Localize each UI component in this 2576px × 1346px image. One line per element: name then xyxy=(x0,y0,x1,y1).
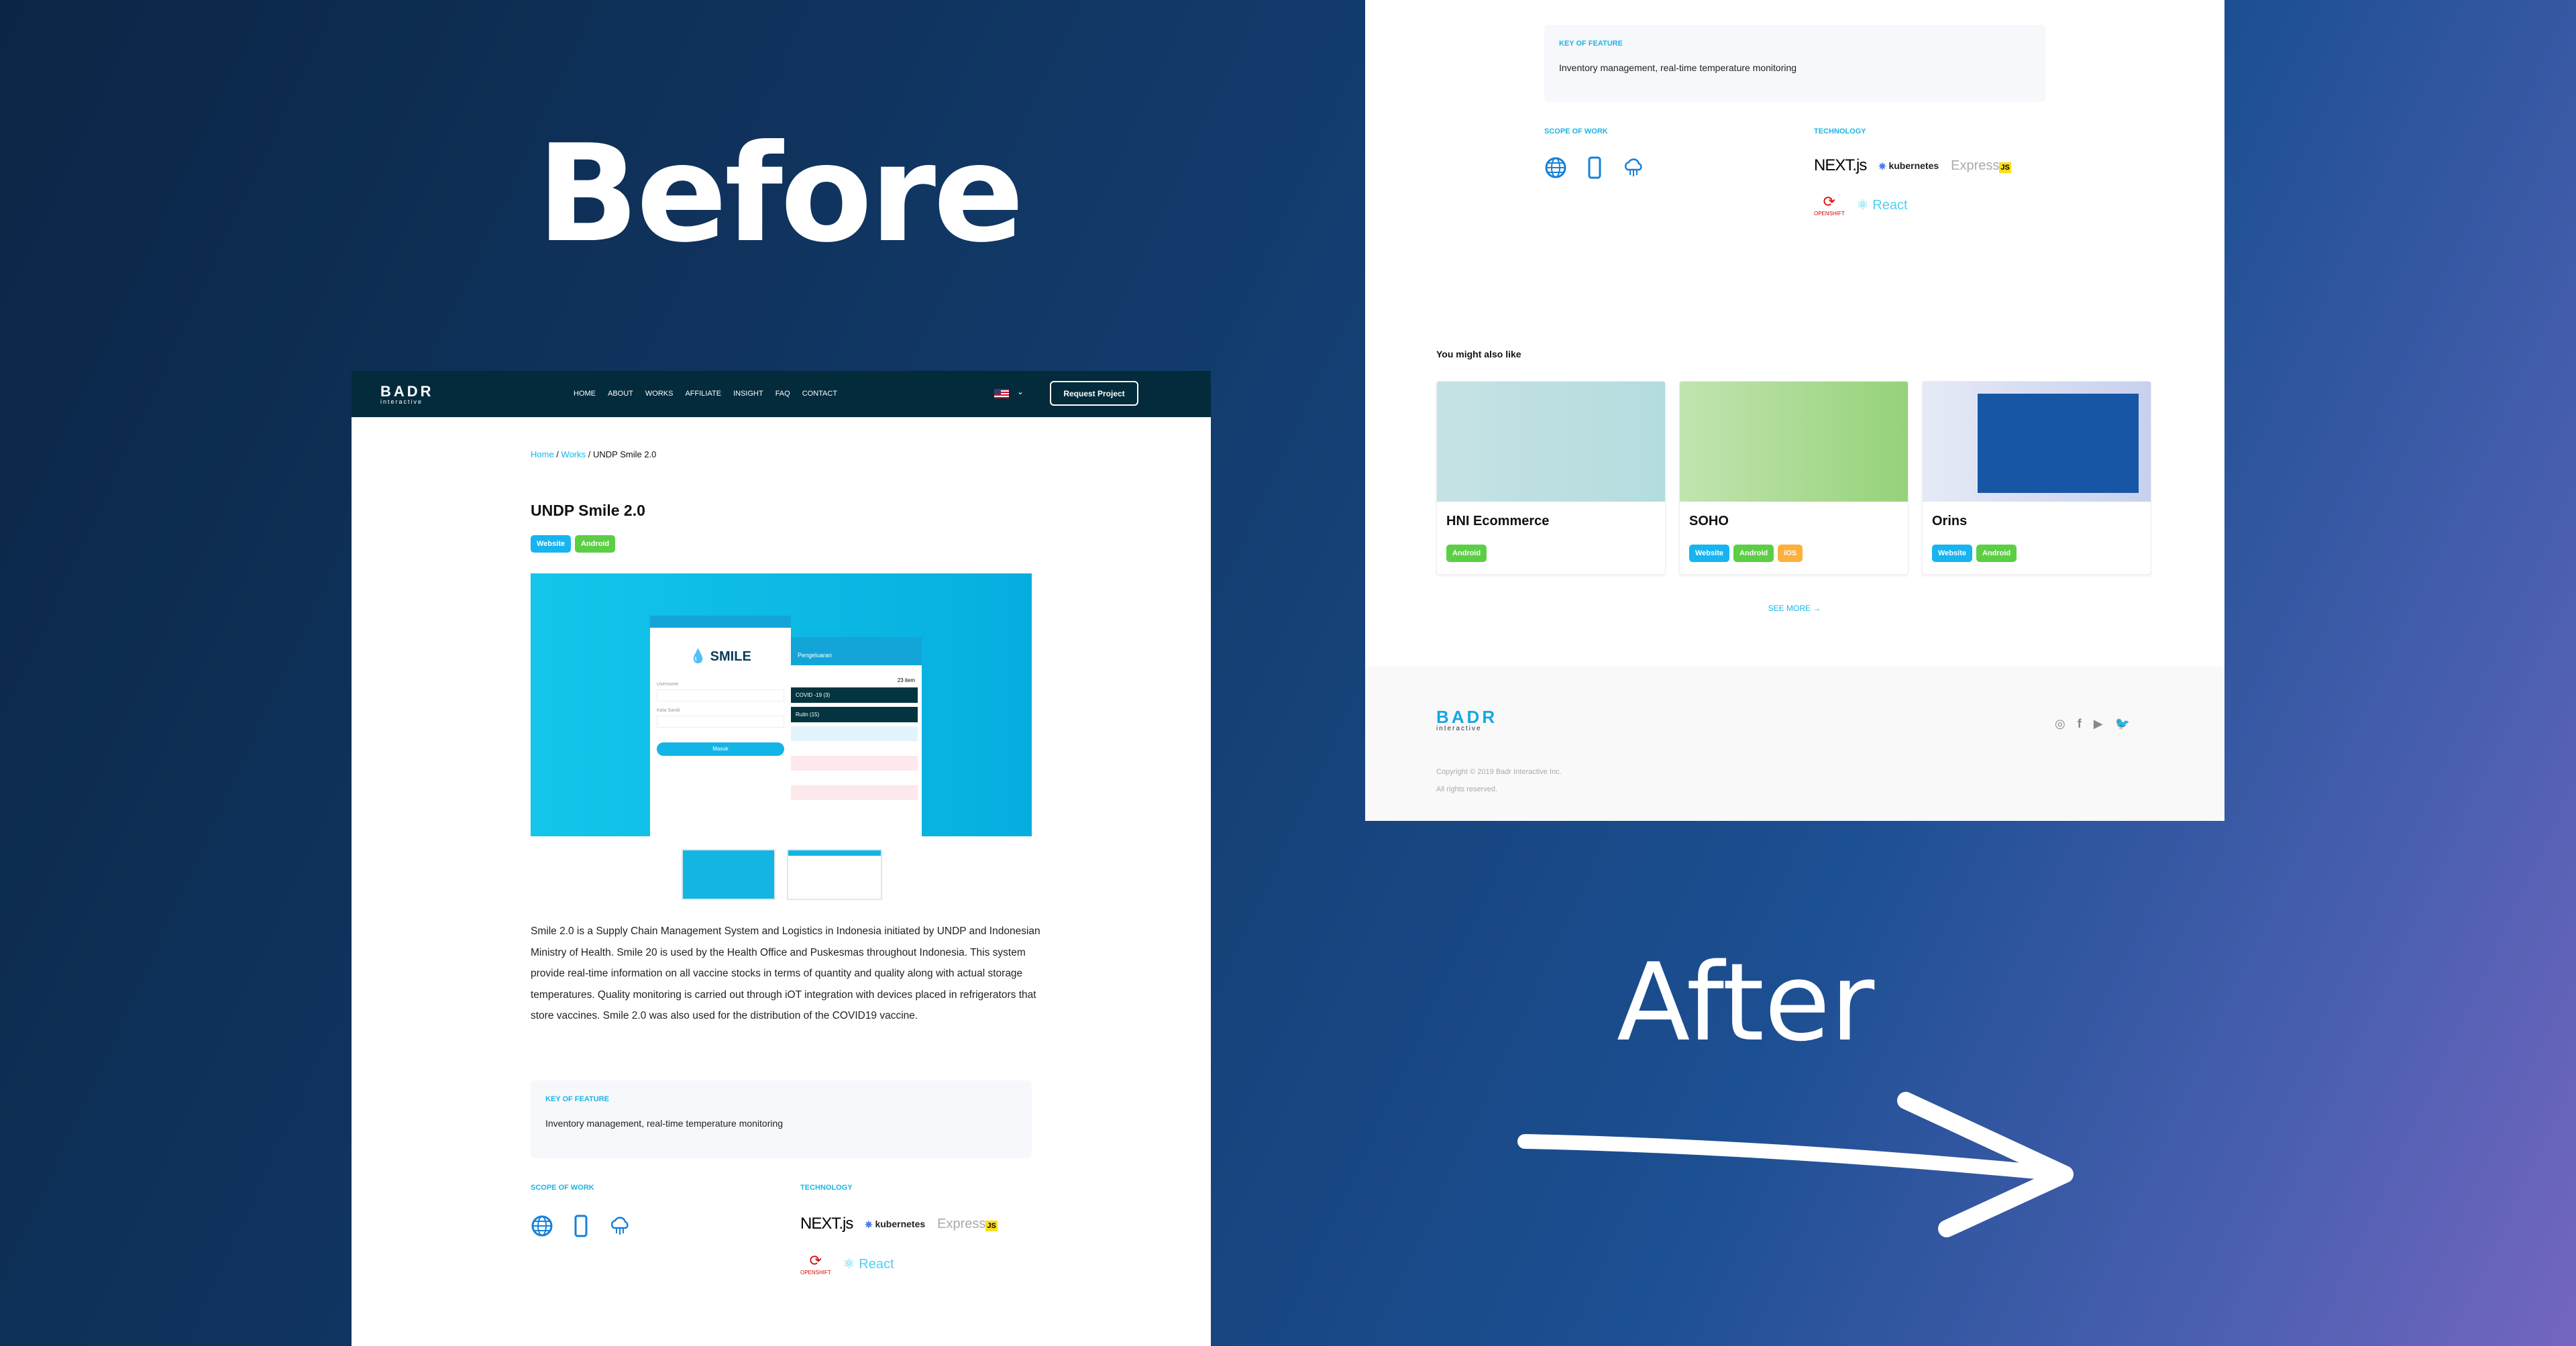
tag-android: Android xyxy=(1976,545,2017,562)
react-logo: ⚛ React xyxy=(843,1257,894,1272)
nav-home[interactable]: HOME xyxy=(574,390,596,398)
card-image xyxy=(1437,382,1665,502)
tag-ios: iOS xyxy=(1778,545,1803,562)
react-logo: ⚛ React xyxy=(1856,198,1908,213)
kubernetes-logo: ⎈ kubernetes xyxy=(865,1218,926,1229)
scope-label: SCOPE OF WORK xyxy=(1544,127,1608,135)
mobile-icon xyxy=(1588,156,1601,179)
key-feature-box: KEY OF FEATURE Inventory management, real… xyxy=(531,1080,1032,1158)
breadcrumb-home[interactable]: Home xyxy=(531,449,554,459)
card-image xyxy=(1680,382,1908,502)
tag-website: Website xyxy=(1689,545,1729,562)
badr-logo[interactable]: BADR interactive xyxy=(1436,708,1497,732)
phone-list-mockup: Pengeluaran 23 item COVID -19 (3) Rutin … xyxy=(791,637,922,836)
scope-icons xyxy=(531,1215,631,1237)
phone-login-mockup: 💧 SMILE Username Kata Sandi Masuk xyxy=(650,616,791,836)
nextjs-logo: NEXT.js xyxy=(1814,156,1867,174)
instagram-icon[interactable]: ◎ xyxy=(2055,717,2065,731)
technology-label: TECHNOLOGY xyxy=(800,1184,853,1192)
related-heading: You might also like xyxy=(1436,349,1521,359)
globe-icon xyxy=(1545,157,1566,178)
tag-android: Android xyxy=(574,535,616,553)
gallery-thumbnail-1[interactable] xyxy=(682,849,775,900)
youtube-icon[interactable]: ▶ xyxy=(2094,717,2103,731)
tag-android: Android xyxy=(1733,545,1774,562)
chevron-down-icon[interactable]: ⌄ xyxy=(1017,387,1024,396)
nav-about[interactable]: ABOUT xyxy=(608,390,633,398)
technology-logos-row2: ⟳ OPENSHIFT ⚛ React xyxy=(800,1252,894,1276)
project-description: Smile 2.0 is a Supply Chain Management S… xyxy=(531,926,1040,1021)
technology-logos-row2: ⟳ OPENSHIFT ⚛ React xyxy=(1814,193,1908,217)
page-title: UNDP Smile 2.0 xyxy=(531,502,645,519)
badr-logo[interactable]: BADR interactive xyxy=(380,384,434,405)
after-screenshot: KEY OF FEATURE Inventory management, real… xyxy=(1365,0,2224,821)
breadcrumb: Home / Works / UNDP Smile 2.0 xyxy=(531,449,657,459)
scope-icons xyxy=(1544,156,1645,179)
related-card-soho[interactable]: SOHO Website Android iOS xyxy=(1679,381,1909,575)
copyright-text: Copyright © 2019 Badr Interactive Inc. xyxy=(1436,768,1562,776)
request-project-button[interactable]: Request Project xyxy=(1050,381,1138,406)
breadcrumb-works[interactable]: Works xyxy=(561,449,586,459)
before-screenshot: BADR interactive HOME ABOUT WORKS AFFILIA… xyxy=(352,371,1211,1346)
breadcrumb-current: UNDP Smile 2.0 xyxy=(592,449,657,459)
site-header: BADR interactive HOME ABOUT WORKS AFFILIA… xyxy=(352,371,1211,417)
technology-logos: NEXT.js ⎈ kubernetes Express JS xyxy=(800,1215,998,1233)
before-label: Before xyxy=(537,116,1024,272)
rights-text: All rights reserved. xyxy=(1436,785,1498,793)
scope-label: SCOPE OF WORK xyxy=(531,1184,594,1192)
tag-website: Website xyxy=(531,535,571,553)
nav-works[interactable]: WORKS xyxy=(645,390,674,398)
nav-affiliate[interactable]: AFFILIATE xyxy=(685,390,721,398)
cloud-icon xyxy=(1624,158,1642,176)
mobile-icon xyxy=(574,1215,588,1237)
openshift-logo: ⟳ OPENSHIFT xyxy=(800,1252,831,1276)
site-footer: BADR interactive ◎ f ▶ 🐦 Copyright © 2019… xyxy=(1365,667,2224,821)
openshift-logo: ⟳ OPENSHIFT xyxy=(1814,193,1845,217)
express-logo: Express JS xyxy=(937,1216,998,1231)
nextjs-logo: NEXT.js xyxy=(800,1215,853,1233)
hero-image: 💧 SMILE Username Kata Sandi Masuk Pengel… xyxy=(531,573,1032,836)
technology-label: TECHNOLOGY xyxy=(1814,127,1866,135)
main-nav: HOME ABOUT WORKS AFFILIATE INSIGHT FAQ C… xyxy=(574,390,837,398)
cloud-icon xyxy=(610,1217,629,1235)
nav-faq[interactable]: FAQ xyxy=(775,390,790,398)
see-more-link[interactable]: SEE MORE → xyxy=(1741,604,1848,613)
related-card-orins[interactable]: Orins Website Android xyxy=(1922,381,2151,575)
twitter-icon[interactable]: 🐦 xyxy=(2115,717,2130,731)
nav-insight[interactable]: INSIGHT xyxy=(733,390,763,398)
arrow-right-icon xyxy=(1517,1092,2074,1237)
us-flag-icon[interactable] xyxy=(994,389,1009,398)
globe-icon xyxy=(531,1215,553,1237)
technology-logos: NEXT.js ⎈ kubernetes Express JS xyxy=(1814,156,2011,175)
related-card-hni[interactable]: HNI Ecommerce Android xyxy=(1436,381,1666,575)
facebook-icon[interactable]: f xyxy=(2078,717,2082,731)
card-image xyxy=(1923,382,2151,502)
key-feature-box: KEY OF FEATURE Inventory management, real… xyxy=(1544,25,2045,102)
after-label: After xyxy=(1617,940,1875,1065)
gallery-thumbnail-2[interactable] xyxy=(787,849,882,900)
tag-website: Website xyxy=(1932,545,1972,562)
express-logo: Express JS xyxy=(1951,158,2011,173)
tag-android: Android xyxy=(1446,545,1487,562)
nav-contact[interactable]: CONTACT xyxy=(802,390,837,398)
kubernetes-logo: ⎈ kubernetes xyxy=(1878,160,1939,171)
